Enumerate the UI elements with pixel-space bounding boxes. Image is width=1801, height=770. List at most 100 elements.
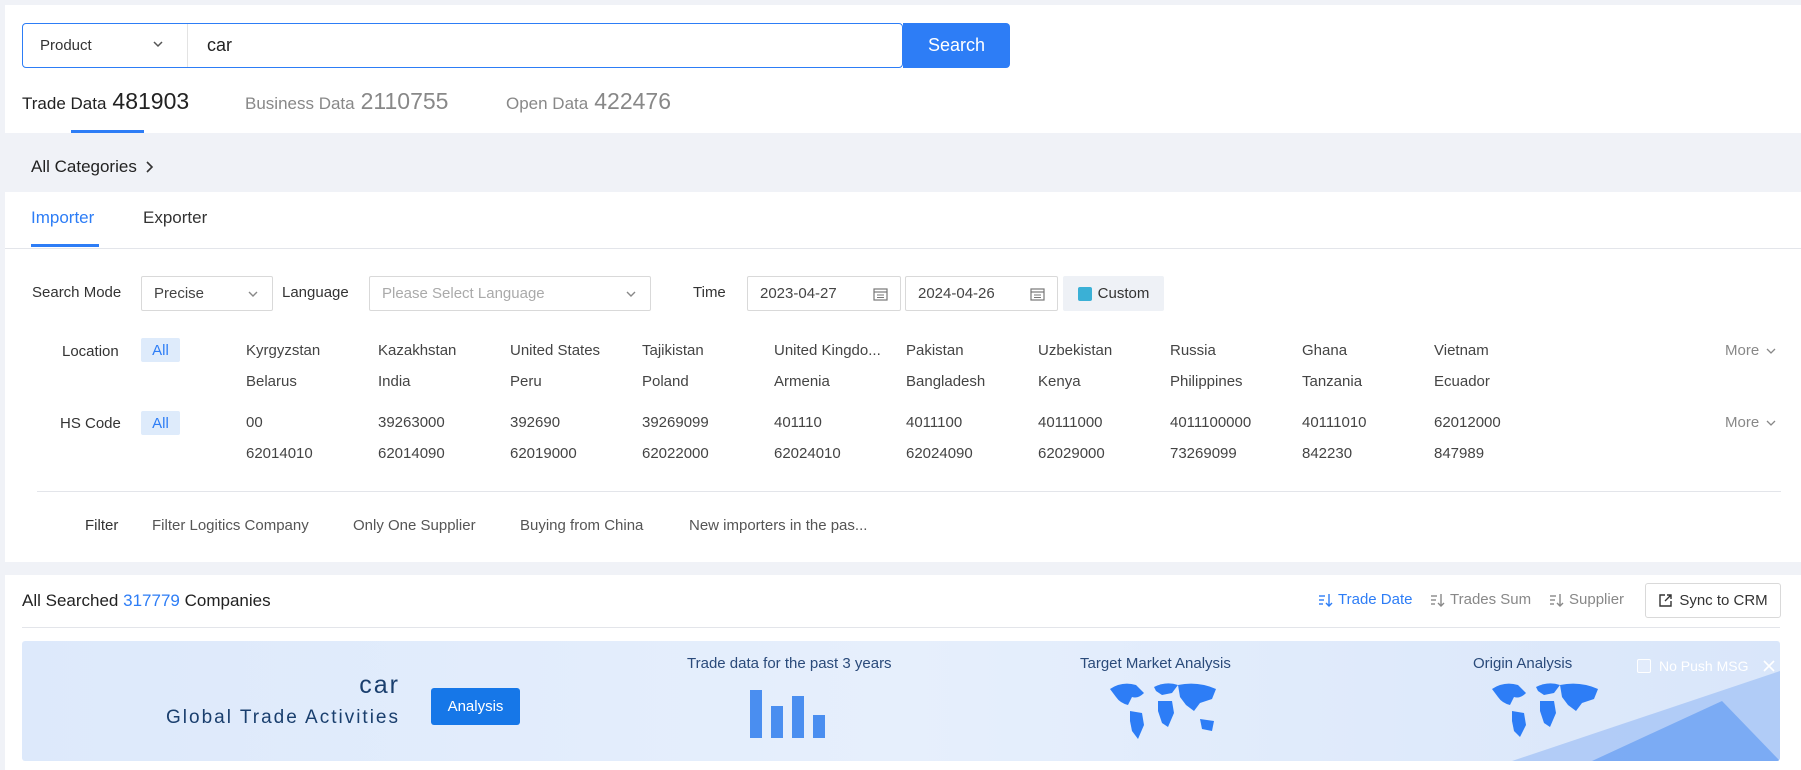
location-option[interactable]: Ghana (1302, 342, 1427, 359)
tab-business-data[interactable]: Business Data 2110755 (245, 88, 448, 115)
export-icon (1659, 594, 1673, 607)
categories-label: All Categories (31, 157, 137, 176)
hs-code-option[interactable]: 39269099 (642, 414, 767, 431)
location-option[interactable]: Tajikistan (642, 342, 767, 359)
search-bar: Product car (22, 23, 903, 68)
close-icon[interactable] (1762, 659, 1776, 673)
language-placeholder: Please Select Language (382, 285, 545, 302)
filter-buying-from-china[interactable]: Buying from China (520, 517, 643, 534)
hs-code-option[interactable]: 62024090 (906, 445, 1031, 462)
hs-code-option[interactable]: 392690 (510, 414, 635, 431)
world-map-icon (1110, 683, 1216, 739)
banner-subtitle: Global Trade Activities (166, 707, 400, 728)
date-end-input[interactable]: 2024-04-26 (905, 276, 1058, 311)
location-option[interactable]: Kazakhstan (378, 342, 503, 359)
sort-trades-sum[interactable]: Trades Sum (1430, 591, 1531, 608)
more-label: More (1725, 342, 1760, 359)
location-option[interactable]: Ecuador (1434, 373, 1559, 390)
chevron-down-icon (1766, 348, 1776, 354)
bar-chart-icon (750, 690, 825, 738)
custom-icon (1077, 286, 1092, 301)
hs-code-option[interactable]: 73269099 (1170, 445, 1295, 462)
origin-map-graphic (1492, 671, 1780, 761)
no-push-checkbox[interactable] (1637, 659, 1651, 673)
hs-code-option[interactable]: 62024010 (774, 445, 899, 462)
hs-code-option[interactable]: 401110 (774, 414, 899, 431)
location-option[interactable]: Bangladesh (906, 373, 1031, 390)
hs-code-option[interactable]: 4011100000 (1170, 414, 1295, 431)
search-type-select[interactable]: Product (23, 24, 188, 67)
sort-trade-date[interactable]: Trade Date (1318, 591, 1412, 608)
chevron-down-icon (626, 291, 636, 297)
location-label: Location (62, 343, 119, 360)
location-option[interactable]: India (378, 373, 503, 390)
hs-code-option[interactable]: 40111010 (1302, 414, 1427, 431)
filter-only-one-supplier[interactable]: Only One Supplier (353, 517, 476, 534)
analysis-button[interactable]: Analysis (431, 688, 520, 725)
hs-code-option[interactable]: 62022000 (642, 445, 767, 462)
filter-label: Filter (85, 517, 119, 534)
location-option[interactable]: Tanzania (1302, 373, 1427, 390)
hs-code-option[interactable]: 62019000 (510, 445, 635, 462)
hs-code-option[interactable]: 40111000 (1038, 414, 1163, 431)
chevron-down-icon (248, 291, 258, 297)
trade-data-heading: Trade data for the past 3 years (687, 655, 892, 672)
location-option[interactable]: Kenya (1038, 373, 1163, 390)
location-option[interactable]: United States (510, 342, 635, 359)
tab-exporter[interactable]: Exporter (143, 208, 207, 228)
location-option[interactable]: Peru (510, 373, 635, 390)
hs-code-option[interactable]: 847989 (1434, 445, 1559, 462)
hs-code-option[interactable]: 62029000 (1038, 445, 1163, 462)
hs-code-option[interactable]: 39263000 (378, 414, 503, 431)
search-mode-select[interactable]: Precise (141, 276, 273, 311)
sort-icon (1431, 593, 1445, 607)
location-option[interactable]: Philippines (1170, 373, 1295, 390)
location-option[interactable]: Poland (642, 373, 767, 390)
all-categories-link[interactable]: All Categories (31, 157, 155, 177)
hs-code-option[interactable]: 00 (246, 414, 371, 431)
location-option[interactable]: Belarus (246, 373, 371, 390)
date-start-input[interactable]: 2023-04-27 (747, 276, 901, 311)
location-option[interactable]: Uzbekistan (1038, 342, 1163, 359)
sort-supplier[interactable]: Supplier (1549, 591, 1624, 608)
search-button[interactable]: Search (903, 23, 1010, 68)
results-suffix: Companies (184, 591, 271, 610)
filter-logistics-company[interactable]: Filter Logitics Company (152, 517, 309, 534)
location-option[interactable]: Vietnam (1434, 342, 1559, 359)
search-mode-label: Search Mode (32, 284, 122, 301)
banner-keyword: car (359, 671, 400, 699)
results-count: 317779 (123, 591, 180, 610)
more-label: More (1725, 414, 1760, 431)
location-option[interactable]: Armenia (774, 373, 899, 390)
hs-code-option[interactable]: 62014010 (246, 445, 371, 462)
hs-all-button[interactable]: All (141, 411, 180, 435)
results-prefix: All Searched (22, 591, 119, 610)
location-option[interactable]: United Kingdo... (774, 342, 899, 359)
custom-date-button[interactable]: Custom (1063, 276, 1164, 311)
location-option[interactable]: Kyrgyzstan (246, 342, 371, 359)
hs-code-option[interactable]: 62012000 (1434, 414, 1559, 431)
no-push-toggle[interactable]: No Push MSG (1637, 658, 1776, 674)
location-more-button[interactable]: More (1725, 342, 1777, 359)
hs-code-label: HS Code (60, 415, 121, 432)
date-start-value: 2023-04-27 (760, 285, 837, 302)
tab-trade-data[interactable]: Trade Data 481903 (22, 88, 189, 115)
search-mode-value: Precise (154, 285, 205, 302)
hs-code-option[interactable]: 4011100 (906, 414, 1031, 431)
hs-code-option[interactable]: 842230 (1302, 445, 1427, 462)
location-all-button[interactable]: All (141, 338, 180, 362)
language-select[interactable]: Please Select Language (369, 276, 651, 311)
location-option[interactable]: Russia (1170, 342, 1295, 359)
search-input[interactable]: car (188, 35, 232, 56)
tab-importer[interactable]: Importer (31, 208, 94, 228)
chevron-down-icon (153, 41, 163, 48)
chevron-right-icon (146, 161, 153, 173)
sync-to-crm-button[interactable]: Sync to CRM (1645, 583, 1781, 618)
hs-code-option[interactable]: 62014090 (378, 445, 503, 462)
calendar-icon (1030, 288, 1045, 301)
filter-new-importers[interactable]: New importers in the pas... (689, 517, 867, 534)
tab-open-data[interactable]: Open Data 422476 (506, 88, 671, 115)
hs-more-button[interactable]: More (1725, 414, 1777, 431)
location-option[interactable]: Pakistan (906, 342, 1031, 359)
no-push-label: No Push MSG (1659, 658, 1749, 674)
